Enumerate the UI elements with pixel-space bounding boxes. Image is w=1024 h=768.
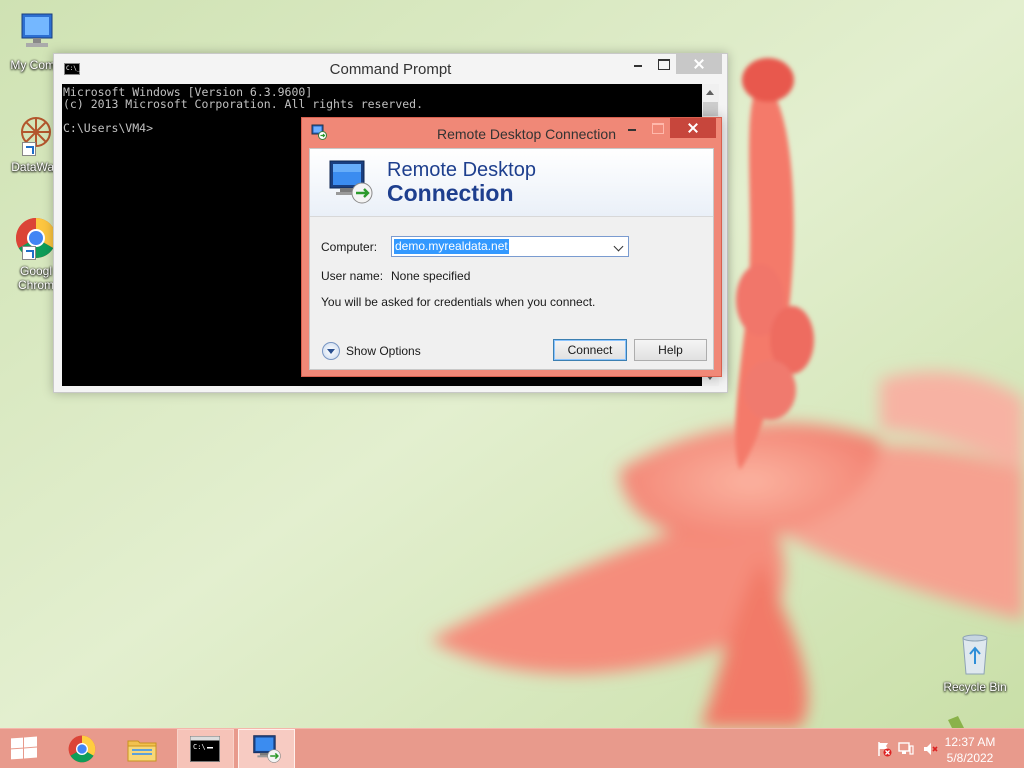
remote-desktop-icon <box>253 735 281 763</box>
desktop-icon-label: Recycle Bin <box>943 680 1007 694</box>
help-button[interactable]: Help <box>634 339 707 361</box>
taskbar-file-explorer[interactable] <box>116 729 168 768</box>
minimize-button[interactable] <box>626 54 650 74</box>
folder-icon <box>127 740 157 762</box>
shortcut-arrow-icon <box>22 246 36 260</box>
svg-text:C:\: C:\ <box>193 743 206 751</box>
computer-icon <box>12 8 60 56</box>
computer-label: Computer: <box>321 240 378 254</box>
expand-arrow-icon[interactable] <box>322 342 340 360</box>
remote-desktop-monitor-icon <box>329 160 373 204</box>
credentials-note: You will be asked for credentials when y… <box>321 295 596 309</box>
minimize-button[interactable] <box>620 118 644 138</box>
clock-time[interactable]: 12:37 AM <box>930 735 1010 749</box>
username-label: User name: <box>321 269 384 283</box>
title-bar[interactable]: C:\_ Command Prompt <box>54 54 727 84</box>
connect-button[interactable]: Connect <box>553 339 627 361</box>
taskbar-command-prompt[interactable]: C:\ <box>177 729 234 768</box>
computer-combobox[interactable]: demo.myrealdata.net <box>391 236 629 257</box>
dialog-banner: Remote Desktop Connection <box>310 149 713 217</box>
title-bar[interactable]: Remote Desktop Connection <box>302 118 721 148</box>
shortcut-arrow-icon <box>22 142 36 156</box>
desktop-icon-recycle-bin[interactable]: Recycle Bin <box>937 630 1013 694</box>
taskbar-remote-desktop[interactable] <box>238 729 295 768</box>
command-prompt-icon: C:\ <box>190 736 220 762</box>
recycle-bin-icon <box>951 630 999 678</box>
maximize-button <box>645 118 669 138</box>
start-button[interactable] <box>0 729 48 768</box>
action-center-flag-icon[interactable] <box>876 741 892 757</box>
chevron-down-icon[interactable] <box>610 237 628 256</box>
close-button[interactable] <box>670 118 716 138</box>
clock-date[interactable]: 5/8/2022 <box>930 751 1010 765</box>
banner-title-line1: Remote Desktop <box>387 159 536 181</box>
username-value: None specified <box>391 269 471 283</box>
dialog-body: Remote Desktop Connection Computer: demo… <box>309 148 714 370</box>
windows-logo-icon <box>11 736 37 760</box>
chrome-icon <box>68 735 96 763</box>
network-icon[interactable] <box>898 741 914 757</box>
close-button[interactable] <box>676 54 722 74</box>
scroll-thumb[interactable] <box>703 102 718 116</box>
computer-input[interactable]: demo.myrealdata.net <box>394 239 509 254</box>
console-line: (c) 2013 Microsoft Corporation. All righ… <box>63 97 424 111</box>
taskbar-chrome[interactable] <box>56 729 108 768</box>
maximize-button[interactable] <box>651 54 675 74</box>
remote-desktop-window[interactable]: Remote Desktop Connection Remote Desktop… <box>301 117 722 377</box>
scroll-up-button[interactable] <box>702 84 719 101</box>
show-options-label[interactable]: Show Options <box>346 344 421 358</box>
taskbar: C:\ 12:37 AM 5/8/2022 <box>0 728 1024 768</box>
banner-title-line2: Connection <box>387 180 514 206</box>
